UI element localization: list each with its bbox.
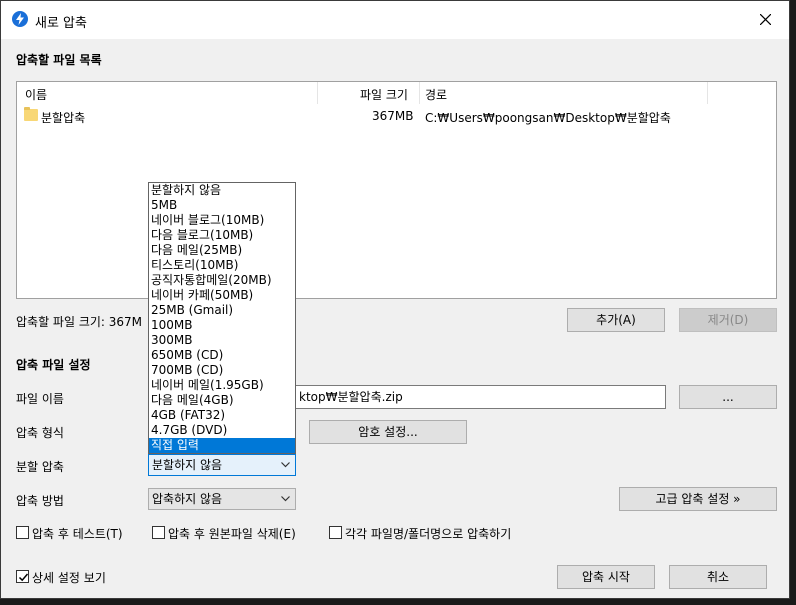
each-name-checkbox[interactable]	[329, 526, 342, 539]
dropdown-option[interactable]: 5MB	[149, 198, 295, 213]
dropdown-option[interactable]: 공직자통합메일(20MB)	[149, 273, 295, 288]
column-separator[interactable]	[707, 82, 708, 104]
cancel-button[interactable]: 취소	[669, 565, 767, 589]
chevron-down-icon	[281, 462, 290, 468]
file-path: C:₩Users₩poongsan₩Desktop₩분할압축	[425, 111, 671, 125]
add-button[interactable]: 추가(A)	[567, 308, 665, 332]
test-after-label[interactable]: 압축 후 테스트(T)	[32, 525, 123, 542]
password-button[interactable]: 암호 설정...	[309, 420, 467, 444]
file-row[interactable]: 분할압축 367MB C:₩Users₩poongsan₩Desktop₩분할압…	[17, 106, 776, 126]
dropdown-option[interactable]: 다음 메일(25MB)	[149, 243, 295, 258]
file-name: 분할압축	[41, 111, 86, 125]
method-select-value: 압축하지 않음	[152, 492, 223, 506]
close-icon	[760, 14, 771, 25]
dropdown-option[interactable]: 300MB	[149, 333, 295, 348]
details-checkbox[interactable]	[16, 570, 29, 583]
dropdown-option[interactable]: 100MB	[149, 318, 295, 333]
details-label[interactable]: 상세 설정 보기	[32, 569, 106, 586]
dropdown-option[interactable]: 650MB (CD)	[149, 348, 295, 363]
dropdown-option[interactable]: 분할하지 않음	[149, 183, 295, 198]
dropdown-option[interactable]: 다음 메일(4GB)	[149, 393, 295, 408]
file-size: 367MB	[372, 109, 414, 123]
method-select[interactable]: 압축하지 않음	[148, 488, 296, 510]
format-label: 압축 형식	[16, 426, 64, 440]
test-after-checkbox[interactable]	[16, 526, 29, 539]
chevron-down-icon	[281, 496, 290, 502]
split-dropdown-list[interactable]: 분할하지 않음 5MB 네이버 블로그(10MB) 다음 블로그(10MB) 다…	[148, 182, 296, 454]
dropdown-option[interactable]: 4.7GB (DVD)	[149, 423, 295, 438]
title-bar: 새로 압축	[1, 1, 789, 39]
dropdown-option-highlighted[interactable]: 직접 입력	[149, 438, 295, 453]
split-select-value: 분할하지 않음	[152, 458, 223, 472]
total-size-label: 압축할 파일 크기: 367M	[16, 315, 143, 329]
column-separator[interactable]	[317, 82, 318, 104]
delete-after-label[interactable]: 압축 후 원본파일 삭제(E)	[168, 525, 296, 542]
dropdown-option[interactable]: 4GB (FAT32)	[149, 408, 295, 423]
column-header-path[interactable]: 경로	[425, 86, 447, 103]
dropdown-option[interactable]: 700MB (CD)	[149, 363, 295, 378]
window-title: 새로 압축	[35, 16, 87, 31]
each-name-label[interactable]: 각각 파일명/폴더명으로 압축하기	[345, 525, 511, 542]
method-label: 압축 방법	[16, 494, 64, 508]
split-label: 분할 압축	[16, 460, 64, 474]
checkmark-icon	[18, 573, 29, 582]
dialog-window: 새로 압축 압축할 파일 목록 이름 파일 크기 경로 분할압축 367MB C…	[0, 0, 790, 599]
dropdown-option[interactable]: 티스토리(10MB)	[149, 258, 295, 273]
folder-icon	[24, 107, 38, 121]
dropdown-option[interactable]: 네이버 블로그(10MB)	[149, 213, 295, 228]
column-header-size[interactable]: 파일 크기	[360, 86, 408, 103]
column-separator[interactable]	[419, 82, 420, 104]
browse-button[interactable]: ...	[679, 385, 777, 409]
file-list-header: 이름 파일 크기 경로	[17, 82, 776, 104]
dropdown-option[interactable]: 다음 블로그(10MB)	[149, 228, 295, 243]
start-compress-button[interactable]: 압축 시작	[557, 565, 655, 589]
advanced-settings-button[interactable]: 고급 압축 설정 »	[619, 487, 777, 511]
filename-label: 파일 이름	[16, 392, 64, 406]
settings-section-title: 압축 파일 설정	[16, 358, 91, 372]
column-header-name[interactable]: 이름	[25, 86, 47, 103]
file-list[interactable]: 이름 파일 크기 경로 분할압축 367MB C:₩Users₩poongsan…	[16, 81, 777, 299]
dropdown-option[interactable]: 네이버 메일(1.95GB)	[149, 378, 295, 393]
delete-after-checkbox[interactable]	[152, 526, 165, 539]
app-icon	[12, 11, 28, 27]
dropdown-option[interactable]: 네이버 카페(50MB)	[149, 288, 295, 303]
file-list-section-title: 압축할 파일 목록	[16, 53, 102, 67]
dropdown-option[interactable]: 25MB (Gmail)	[149, 303, 295, 318]
split-select[interactable]: 분할하지 않음	[148, 454, 296, 476]
remove-button[interactable]: 제거(D)	[679, 308, 777, 332]
close-button[interactable]	[743, 1, 789, 39]
